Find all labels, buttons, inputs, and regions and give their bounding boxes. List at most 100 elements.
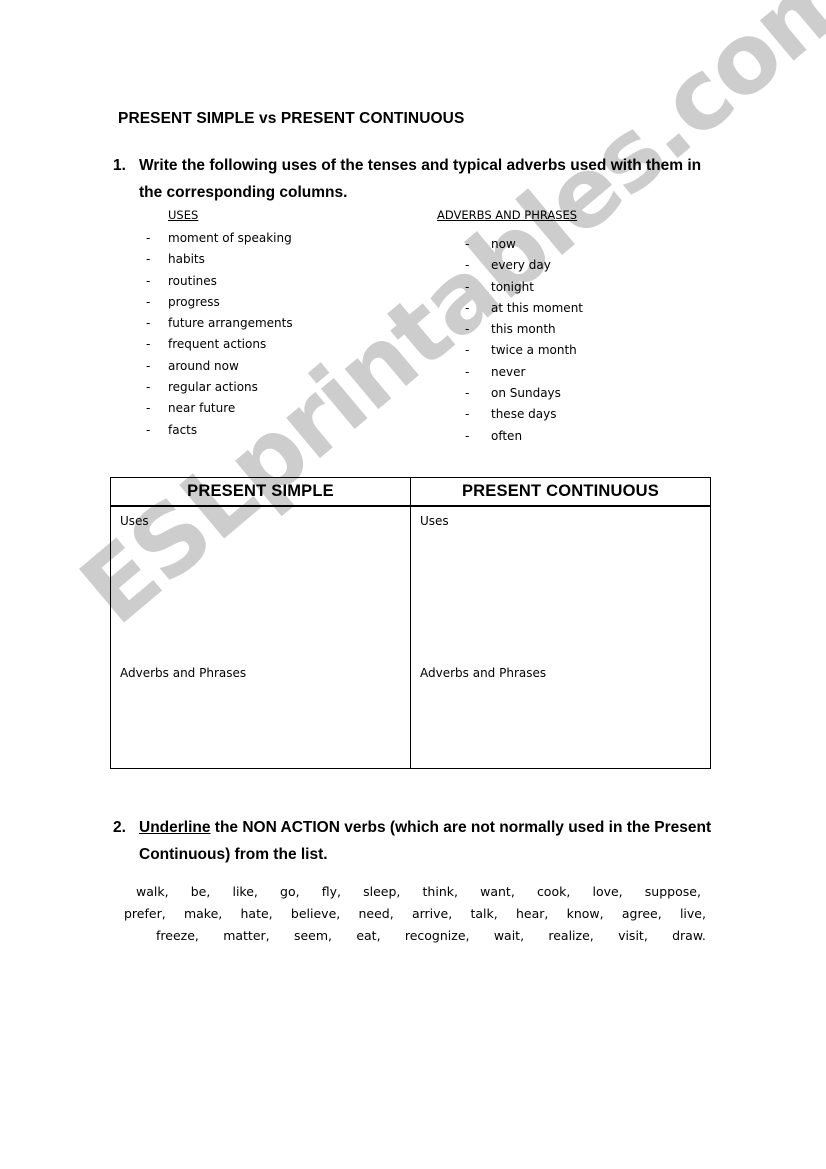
list-item: - facts bbox=[146, 420, 293, 441]
verb-item[interactable]: prefer, bbox=[124, 906, 166, 921]
dash-marker: - bbox=[146, 337, 151, 352]
question-1: 1. Write the following uses of the tense… bbox=[113, 152, 713, 206]
verb-list-line: prefer, make, hate, believe, need, arriv… bbox=[120, 902, 710, 924]
dash-marker: - bbox=[465, 300, 470, 315]
verb-item[interactable]: wait, bbox=[494, 928, 524, 943]
list-item-label: every day bbox=[491, 258, 551, 273]
list-item-label: habits bbox=[168, 252, 205, 267]
verb-item[interactable]: seem, bbox=[294, 928, 332, 943]
list-item-label: twice a month bbox=[491, 343, 577, 358]
verb-item[interactable]: arrive, bbox=[412, 906, 452, 921]
verb-item[interactable]: love, bbox=[592, 884, 622, 899]
dash-marker: - bbox=[146, 380, 151, 395]
list-item-label: frequent actions bbox=[168, 337, 267, 352]
verb-item[interactable]: make, bbox=[184, 906, 222, 921]
list-item-label: progress bbox=[168, 294, 220, 309]
list-item: - this month bbox=[465, 319, 583, 340]
table-cell-present-simple[interactable]: Uses Adverbs and Phrases bbox=[111, 507, 411, 768]
verb-item[interactable]: recognize, bbox=[405, 928, 470, 943]
verb-item[interactable]: believe, bbox=[291, 906, 340, 921]
verb-item[interactable]: realize, bbox=[548, 928, 593, 943]
dash-marker: - bbox=[465, 407, 470, 422]
verb-item[interactable]: sleep, bbox=[363, 884, 400, 899]
adverbs-column-heading: ADVERBS AND PHRASES bbox=[437, 208, 578, 222]
verb-item[interactable]: suppose, bbox=[645, 884, 701, 899]
cell-label-adverbs: Adverbs and Phrases bbox=[120, 666, 247, 680]
question-2-rest: the NON ACTION verbs (which are not norm… bbox=[139, 819, 712, 864]
dash-marker: - bbox=[146, 358, 151, 373]
list-item-label: facts bbox=[168, 422, 198, 437]
list-item-label: regular actions bbox=[168, 380, 258, 395]
verb-list-line: freeze, matter, seem, eat, recognize, wa… bbox=[120, 924, 710, 946]
list-item: - regular actions bbox=[146, 377, 293, 398]
list-item-label: often bbox=[491, 428, 523, 443]
dash-marker: - bbox=[146, 231, 151, 245]
verb-item[interactable]: talk, bbox=[470, 906, 497, 921]
verb-item[interactable]: hate, bbox=[241, 906, 273, 921]
verb-item[interactable]: know, bbox=[567, 906, 604, 921]
list-item: - every day bbox=[465, 255, 583, 276]
list-item: - frequent actions bbox=[146, 334, 293, 355]
list-item-label: routines bbox=[168, 273, 217, 288]
verb-item[interactable]: want, bbox=[480, 884, 515, 899]
verb-item[interactable]: freeze, bbox=[156, 928, 199, 943]
verb-item[interactable]: fly, bbox=[322, 884, 341, 899]
table-header-present-simple: PRESENT SIMPLE bbox=[111, 478, 411, 505]
verb-item[interactable]: visit, bbox=[618, 928, 648, 943]
question-2-text: Underline the NON ACTION verbs (which ar… bbox=[139, 814, 713, 868]
table-header-present-continuous: PRESENT CONTINUOUS bbox=[461, 482, 660, 500]
question-2: 2. Underline the NON ACTION verbs (which… bbox=[113, 814, 713, 868]
tense-comparison-table: PRESENT SIMPLE PRESENT CONTINUOUS Uses A… bbox=[110, 477, 711, 769]
verb-item[interactable]: agree, bbox=[622, 906, 662, 921]
table-body-row: Uses Adverbs and Phrases Uses Adverbs an… bbox=[111, 507, 710, 768]
list-item: - often bbox=[465, 426, 583, 447]
dash-marker: - bbox=[465, 279, 470, 294]
list-item-label: moment of speaking bbox=[168, 231, 292, 245]
verb-item[interactable]: be, bbox=[191, 884, 211, 899]
verb-item[interactable]: think, bbox=[423, 884, 458, 899]
list-item-label: near future bbox=[168, 401, 236, 416]
cell-label-adverbs: Adverbs and Phrases bbox=[420, 666, 547, 680]
list-item: - at this moment bbox=[465, 298, 583, 319]
question-1-number: 1. bbox=[113, 157, 126, 174]
dash-marker: - bbox=[146, 316, 151, 331]
verb-item[interactable]: cook, bbox=[537, 884, 570, 899]
question-2-underlined-word: Underline bbox=[139, 819, 211, 836]
dash-marker: - bbox=[465, 364, 470, 379]
list-item: - these days bbox=[465, 404, 583, 425]
list-item: - now bbox=[465, 234, 583, 255]
list-item: - future arrangements bbox=[146, 313, 293, 334]
dash-marker: - bbox=[465, 322, 470, 337]
verb-item[interactable]: need, bbox=[358, 906, 393, 921]
dash-marker: - bbox=[465, 386, 470, 401]
list-item-label: tonight bbox=[491, 279, 534, 294]
list-item: - twice a month bbox=[465, 340, 583, 361]
list-item-label: this month bbox=[491, 322, 556, 337]
verb-item[interactable]: hear, bbox=[516, 906, 548, 921]
uses-column: USES - moment of speaking - habits - rou… bbox=[146, 208, 293, 441]
dash-marker: - bbox=[465, 343, 470, 358]
verb-item[interactable]: matter, bbox=[223, 928, 269, 943]
page-title: PRESENT SIMPLE vs PRESENT CONTINUOUS bbox=[118, 110, 465, 127]
worksheet-page: ESLprintables.com PRESENT SIMPLE vs PRES… bbox=[0, 0, 826, 1169]
verb-item[interactable]: walk, bbox=[136, 884, 169, 899]
table-cell-present-continuous[interactable]: Uses Adverbs and Phrases bbox=[411, 507, 710, 768]
list-item-label: these days bbox=[491, 407, 557, 422]
dash-marker: - bbox=[146, 273, 151, 288]
question-1-text: Write the following uses of the tenses a… bbox=[139, 157, 702, 202]
dash-marker: - bbox=[465, 428, 470, 443]
verb-list-line: walk, be, like, go, fly, sleep, think, w… bbox=[120, 880, 710, 902]
list-item: - tonight bbox=[465, 277, 583, 298]
list-item: - progress bbox=[146, 292, 293, 313]
uses-column-heading: USES bbox=[168, 208, 199, 222]
list-item: - moment of speaking bbox=[146, 228, 293, 249]
verb-item[interactable]: live, bbox=[680, 906, 706, 921]
list-item-label: at this moment bbox=[491, 300, 583, 315]
verb-item[interactable]: eat, bbox=[356, 928, 380, 943]
verb-item[interactable]: go, bbox=[280, 884, 300, 899]
verb-item[interactable]: draw. bbox=[672, 928, 706, 943]
verb-item[interactable]: like, bbox=[232, 884, 257, 899]
list-item-label: future arrangements bbox=[168, 316, 293, 331]
table-header-row: PRESENT SIMPLE PRESENT CONTINUOUS bbox=[111, 478, 710, 507]
list-item: - near future bbox=[146, 398, 293, 419]
